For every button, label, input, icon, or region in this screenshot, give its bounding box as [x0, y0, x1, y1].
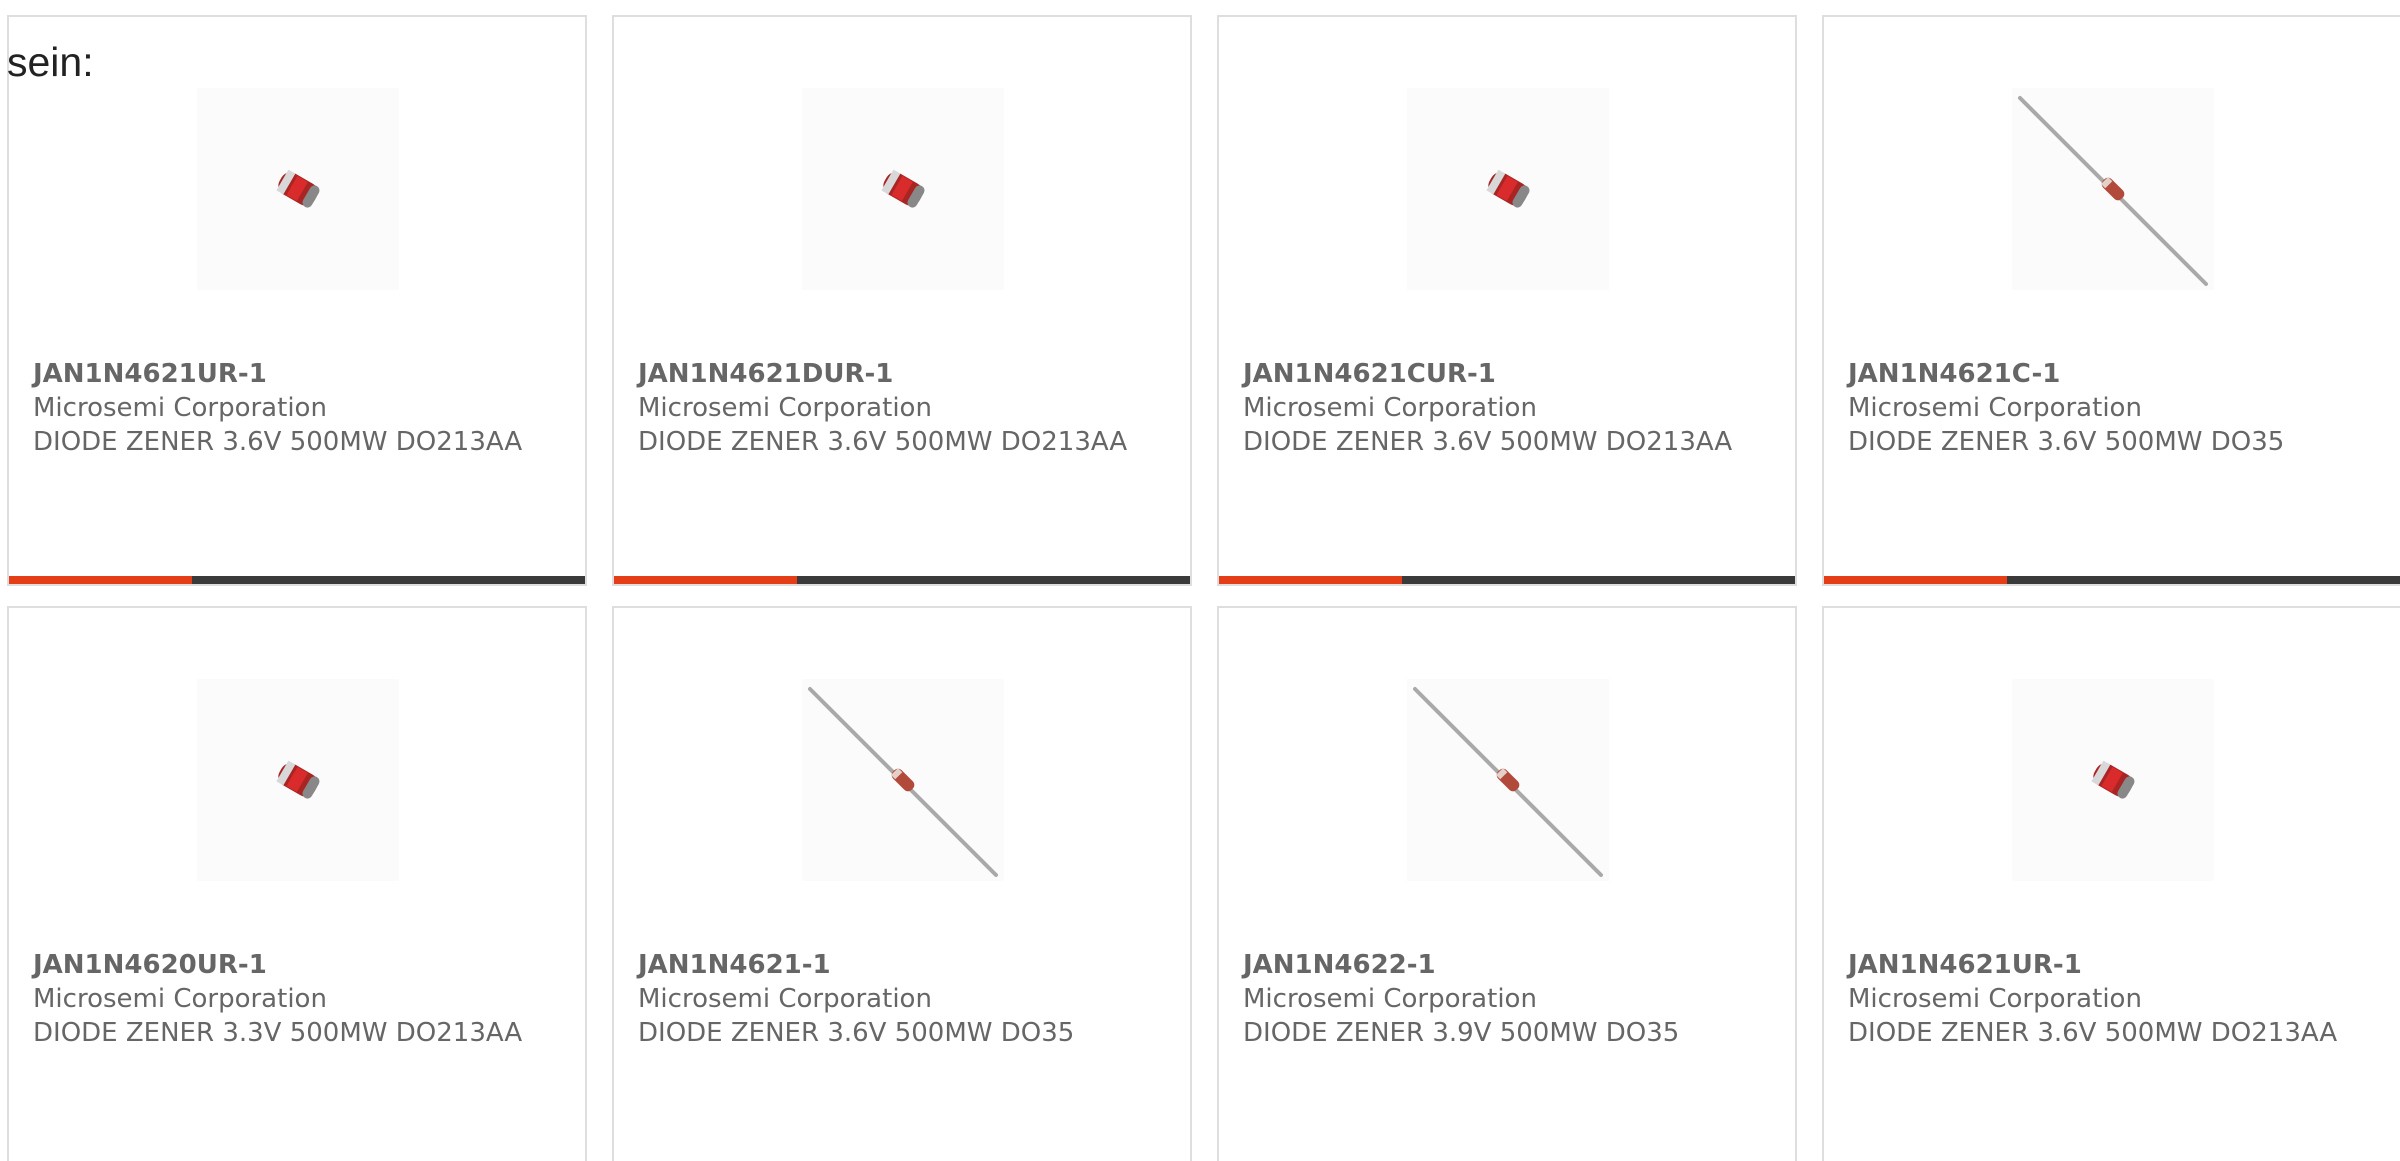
- product-info: JAN1N4621UR-1 Microsemi Corporation DIOD…: [1848, 948, 2368, 1050]
- product-card[interactable]: JAN1N4621-1 Microsemi Corporation DIODE …: [612, 606, 1192, 1161]
- smd-diode-icon[interactable]: [197, 88, 399, 290]
- manufacturer-name: Microsemi Corporation: [638, 984, 932, 1014]
- card-accent-bar: [9, 576, 192, 584]
- product-info: JAN1N4621DUR-1 Microsemi Corporation DIO…: [638, 357, 1158, 459]
- product-description: DIODE ZENER 3.6V 500MW DO213AA: [638, 427, 1128, 457]
- product-description: DIODE ZENER 3.6V 500MW DO35: [1848, 427, 2285, 457]
- intro-text: sein:: [7, 39, 94, 85]
- part-number-link[interactable]: JAN1N4621DUR-1: [638, 357, 1158, 391]
- smd-diode-icon[interactable]: [1407, 88, 1609, 290]
- product-grid-page: sein: JAN1N4621UR-1 Microsemi Corporatio…: [0, 0, 2400, 1161]
- product-info: JAN1N4620UR-1 Microsemi Corporation DIOD…: [33, 948, 553, 1050]
- product-description: DIODE ZENER 3.6V 500MW DO35: [638, 1018, 1075, 1048]
- part-number-link[interactable]: JAN1N4621UR-1: [33, 357, 553, 391]
- product-card[interactable]: JAN1N4621UR-1 Microsemi Corporation DIOD…: [7, 15, 587, 586]
- product-card[interactable]: JAN1N4621DUR-1 Microsemi Corporation DIO…: [612, 15, 1192, 586]
- manufacturer-name: Microsemi Corporation: [1243, 393, 1537, 423]
- manufacturer-name: Microsemi Corporation: [1848, 393, 2142, 423]
- manufacturer-name: Microsemi Corporation: [33, 984, 327, 1014]
- product-info: JAN1N4621C-1 Microsemi Corporation DIODE…: [1848, 357, 2368, 459]
- card-footer-bar: [9, 576, 585, 584]
- product-card[interactable]: JAN1N4622-1 Microsemi Corporation DIODE …: [1217, 606, 1797, 1161]
- product-card[interactable]: JAN1N4620UR-1 Microsemi Corporation DIOD…: [7, 606, 587, 1161]
- card-footer-bar: [614, 576, 1190, 584]
- card-footer-bar: [1824, 576, 2400, 584]
- smd-diode-icon[interactable]: [2012, 679, 2214, 881]
- manufacturer-name: Microsemi Corporation: [33, 393, 327, 423]
- card-accent-bar: [1824, 576, 2007, 584]
- smd-diode-icon[interactable]: [802, 88, 1004, 290]
- card-accent-bar: [1219, 576, 1402, 584]
- part-number-link[interactable]: JAN1N4621UR-1: [1848, 948, 2368, 982]
- product-card[interactable]: JAN1N4621UR-1 Microsemi Corporation DIOD…: [1822, 606, 2400, 1161]
- product-card[interactable]: JAN1N4621C-1 Microsemi Corporation DIODE…: [1822, 15, 2400, 586]
- product-description: DIODE ZENER 3.9V 500MW DO35: [1243, 1018, 1680, 1048]
- axial-diode-icon[interactable]: [2012, 88, 2214, 290]
- part-number-link[interactable]: JAN1N4621CUR-1: [1243, 357, 1763, 391]
- part-number-link[interactable]: JAN1N4622-1: [1243, 948, 1763, 982]
- product-description: DIODE ZENER 3.6V 500MW DO213AA: [33, 427, 523, 457]
- product-info: JAN1N4622-1 Microsemi Corporation DIODE …: [1243, 948, 1763, 1050]
- manufacturer-name: Microsemi Corporation: [1243, 984, 1537, 1014]
- card-accent-bar: [614, 576, 797, 584]
- part-number-link[interactable]: JAN1N4621C-1: [1848, 357, 2368, 391]
- part-number-link[interactable]: JAN1N4621-1: [638, 948, 1158, 982]
- product-card[interactable]: JAN1N4621CUR-1 Microsemi Corporation DIO…: [1217, 15, 1797, 586]
- part-number-link[interactable]: JAN1N4620UR-1: [33, 948, 553, 982]
- product-description: DIODE ZENER 3.6V 500MW DO213AA: [1848, 1018, 2338, 1048]
- product-grid: JAN1N4621UR-1 Microsemi Corporation DIOD…: [7, 15, 2400, 1161]
- product-info: JAN1N4621UR-1 Microsemi Corporation DIOD…: [33, 357, 553, 459]
- product-description: DIODE ZENER 3.3V 500MW DO213AA: [33, 1018, 523, 1048]
- axial-diode-icon[interactable]: [1407, 679, 1609, 881]
- product-info: JAN1N4621CUR-1 Microsemi Corporation DIO…: [1243, 357, 1763, 459]
- manufacturer-name: Microsemi Corporation: [1848, 984, 2142, 1014]
- card-footer-bar: [1219, 576, 1795, 584]
- product-info: JAN1N4621-1 Microsemi Corporation DIODE …: [638, 948, 1158, 1050]
- smd-diode-icon[interactable]: [197, 679, 399, 881]
- product-description: DIODE ZENER 3.6V 500MW DO213AA: [1243, 427, 1733, 457]
- manufacturer-name: Microsemi Corporation: [638, 393, 932, 423]
- axial-diode-icon[interactable]: [802, 679, 1004, 881]
